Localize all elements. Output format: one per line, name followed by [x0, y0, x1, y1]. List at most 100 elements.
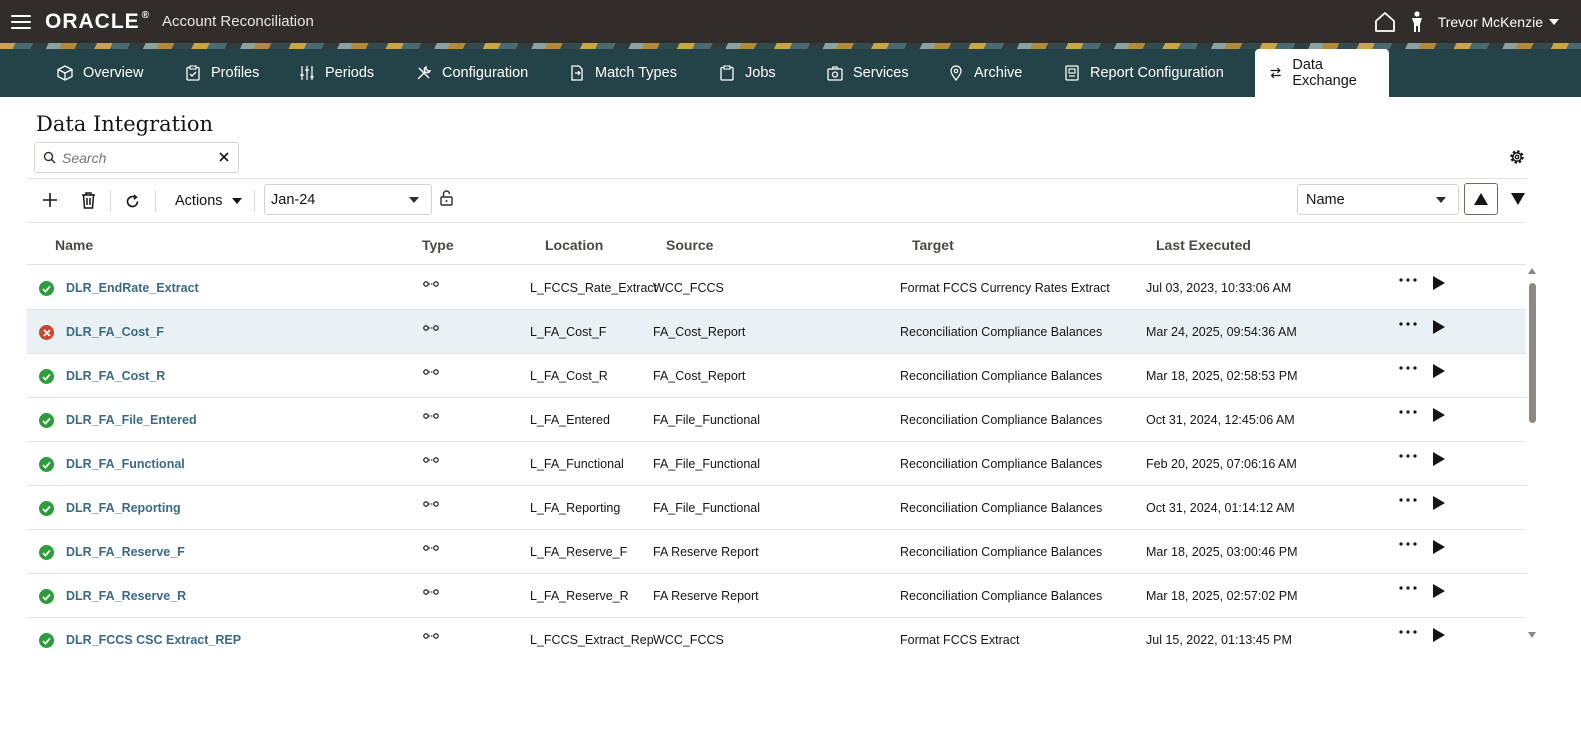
nav-item-label: Report Configuration: [1090, 65, 1224, 81]
run-play-icon[interactable]: [1433, 452, 1445, 466]
run-play-icon[interactable]: [1433, 320, 1445, 334]
column-header-target[interactable]: Target: [912, 237, 954, 253]
location-cell: L_FA_Cost_R: [530, 369, 608, 383]
more-actions-ellipsis-icon[interactable]: [1399, 586, 1417, 590]
integration-name-link[interactable]: DLR_FA_Reporting: [66, 486, 181, 530]
add-button[interactable]: [42, 192, 58, 208]
hamburger-menu-icon[interactable]: [11, 14, 31, 29]
run-play-icon[interactable]: [1433, 408, 1445, 422]
search-box[interactable]: [34, 142, 239, 173]
column-header-source[interactable]: Source: [666, 237, 713, 253]
target-cell: Format FCCS Extract: [900, 633, 1020, 647]
actions-menu-button[interactable]: Actions: [175, 190, 242, 212]
location-cell: L_FA_Reserve_R: [530, 589, 629, 603]
table-row[interactable]: DLR_FA_Cost_R L_FA_Cost_R FA_Cost_Report Re…: [27, 354, 1526, 398]
integration-name-link[interactable]: DLR_FA_Cost_F: [66, 310, 164, 354]
close-icon[interactable]: [218, 151, 230, 163]
table-row[interactable]: DLR_FA_Functional L_FA_Functional FA_File_…: [27, 442, 1526, 486]
column-header-name[interactable]: Name: [55, 237, 93, 253]
nav-item-periods[interactable]: Periods: [299, 49, 374, 97]
integration-name-link[interactable]: DLR_FA_Cost_R: [66, 354, 165, 398]
integration-type-icon: [423, 325, 439, 331]
accessibility-person-icon[interactable]: [1410, 10, 1424, 33]
run-play-icon[interactable]: [1433, 540, 1445, 554]
nav-item-jobs[interactable]: Jobs: [719, 49, 776, 97]
unlock-icon[interactable]: [440, 190, 453, 206]
location-cell: L_FA_Cost_F: [530, 325, 607, 339]
last-executed-cell: Oct 31, 2024, 12:45:06 AM: [1146, 413, 1295, 427]
run-play-icon[interactable]: [1433, 364, 1445, 378]
user-menu[interactable]: Trevor McKenzie: [1438, 14, 1543, 30]
nav-item-archive[interactable]: Archive: [948, 49, 1022, 97]
more-actions-ellipsis-icon[interactable]: [1399, 630, 1417, 634]
nav-item-label: Overview: [83, 65, 144, 81]
nav-item-configuration[interactable]: Configuration: [416, 49, 528, 97]
sort-descending-button[interactable]: [1506, 183, 1530, 215]
target-cell: Reconciliation Compliance Balances: [900, 413, 1103, 427]
run-play-icon[interactable]: [1433, 628, 1445, 642]
integration-name-link[interactable]: DLR_EndRate_Extract: [66, 266, 199, 310]
table-row[interactable]: DLR_FA_Reserve_R L_FA_Reserve_R FA Reserve…: [27, 574, 1526, 618]
location-cell: L_FCCS_Rate_Extract: [530, 281, 658, 295]
table-row[interactable]: DLR_FCCS CSC Extract_REP L_FCCS_Extract_R…: [27, 618, 1526, 648]
nav-item-profiles[interactable]: Profiles: [185, 49, 259, 97]
plus-icon: [43, 193, 57, 207]
table-row[interactable]: DLR_EndRate_Extract L_FCCS_Rate_Extract WC…: [27, 266, 1526, 310]
nav-item-match-types[interactable]: Match Types: [569, 49, 677, 97]
integration-name-link[interactable]: DLR_FA_Reserve_R: [66, 574, 186, 618]
run-play-icon[interactable]: [1433, 496, 1445, 510]
run-play-icon[interactable]: [1433, 584, 1445, 598]
nav-item-report-configuration[interactable]: Report Configuration: [1064, 49, 1224, 97]
last-executed-cell: Feb 20, 2025, 07:06:16 AM: [1146, 457, 1297, 471]
source-cell: FA_File_Functional: [653, 413, 761, 427]
nav-item-overview[interactable]: Overview: [57, 49, 143, 97]
column-header-type[interactable]: Type: [422, 237, 454, 253]
triangle-up-icon: [1474, 193, 1488, 205]
clipboard-icon: [720, 65, 734, 81]
column-header-location[interactable]: Location: [545, 237, 603, 253]
delete-button[interactable]: [80, 192, 96, 209]
top-header: ORACLE ® Account Reconciliation Trevor Mc…: [0, 0, 1581, 43]
clipboard-check-icon: [186, 65, 200, 81]
table-row[interactable]: DLR_FA_Reporting L_FA_Reporting FA_File_Fu…: [27, 486, 1526, 530]
more-actions-ellipsis-icon[interactable]: [1399, 366, 1417, 370]
nav-item-services[interactable]: Services: [827, 49, 909, 97]
chevron-down-icon: [409, 197, 419, 203]
table-row[interactable]: DLR_FA_File_Entered L_FA_Entered FA_File_F…: [27, 398, 1526, 442]
source-cell: FA Reserve Report: [653, 545, 759, 559]
sort-ascending-button[interactable]: [1464, 183, 1498, 215]
tab-data-exchange[interactable]: Data Exchange: [1255, 49, 1389, 97]
run-play-icon[interactable]: [1433, 276, 1445, 290]
more-actions-ellipsis-icon[interactable]: [1399, 542, 1417, 546]
camera-icon: [827, 66, 843, 81]
more-actions-ellipsis-icon[interactable]: [1399, 410, 1417, 414]
integration-name-link[interactable]: DLR_FA_Functional: [66, 442, 185, 486]
more-actions-ellipsis-icon[interactable]: [1399, 454, 1417, 458]
integration-name-link[interactable]: DLR_FA_Reserve_F: [66, 530, 185, 574]
integration-name-link[interactable]: DLR_FCCS CSC Extract_REP: [66, 618, 241, 648]
search-input[interactable]: [62, 149, 212, 166]
integration-name-link[interactable]: DLR_FA_File_Entered: [66, 398, 197, 442]
sort-field-select[interactable]: Name: [1297, 184, 1459, 215]
success-check-icon: [39, 457, 54, 472]
table-row[interactable]: DLR_FA_Cost_F L_FA_Cost_F FA_Cost_Report Re…: [27, 310, 1526, 354]
column-header-last-executed[interactable]: Last Executed: [1156, 237, 1251, 253]
scroll-down-arrow-icon[interactable]: [1528, 632, 1536, 638]
scroll-up-arrow-icon[interactable]: [1528, 268, 1536, 274]
vertical-scrollbar-thumb[interactable]: [1529, 283, 1536, 423]
gear-icon[interactable]: [1508, 148, 1526, 166]
more-actions-ellipsis-icon[interactable]: [1399, 498, 1417, 502]
source-cell: FA Reserve Report: [653, 589, 759, 603]
target-cell: Format FCCS Currency Rates Extract: [900, 281, 1110, 295]
chevron-down-icon[interactable]: [1549, 18, 1559, 25]
last-executed-cell: Mar 24, 2025, 09:54:36 AM: [1146, 325, 1297, 339]
home-icon[interactable]: [1374, 11, 1396, 33]
table-row[interactable]: DLR_FA_Reserve_F L_FA_Reserve_F FA Reserve…: [27, 530, 1526, 574]
more-actions-ellipsis-icon[interactable]: [1399, 278, 1417, 282]
period-select[interactable]: Jan-24: [264, 184, 432, 215]
location-cell: L_FA_Reporting: [530, 501, 621, 515]
more-actions-ellipsis-icon[interactable]: [1399, 322, 1417, 326]
refresh-button[interactable]: [124, 193, 140, 209]
refresh-icon: [126, 193, 138, 207]
chevron-down-icon: [231, 198, 242, 204]
